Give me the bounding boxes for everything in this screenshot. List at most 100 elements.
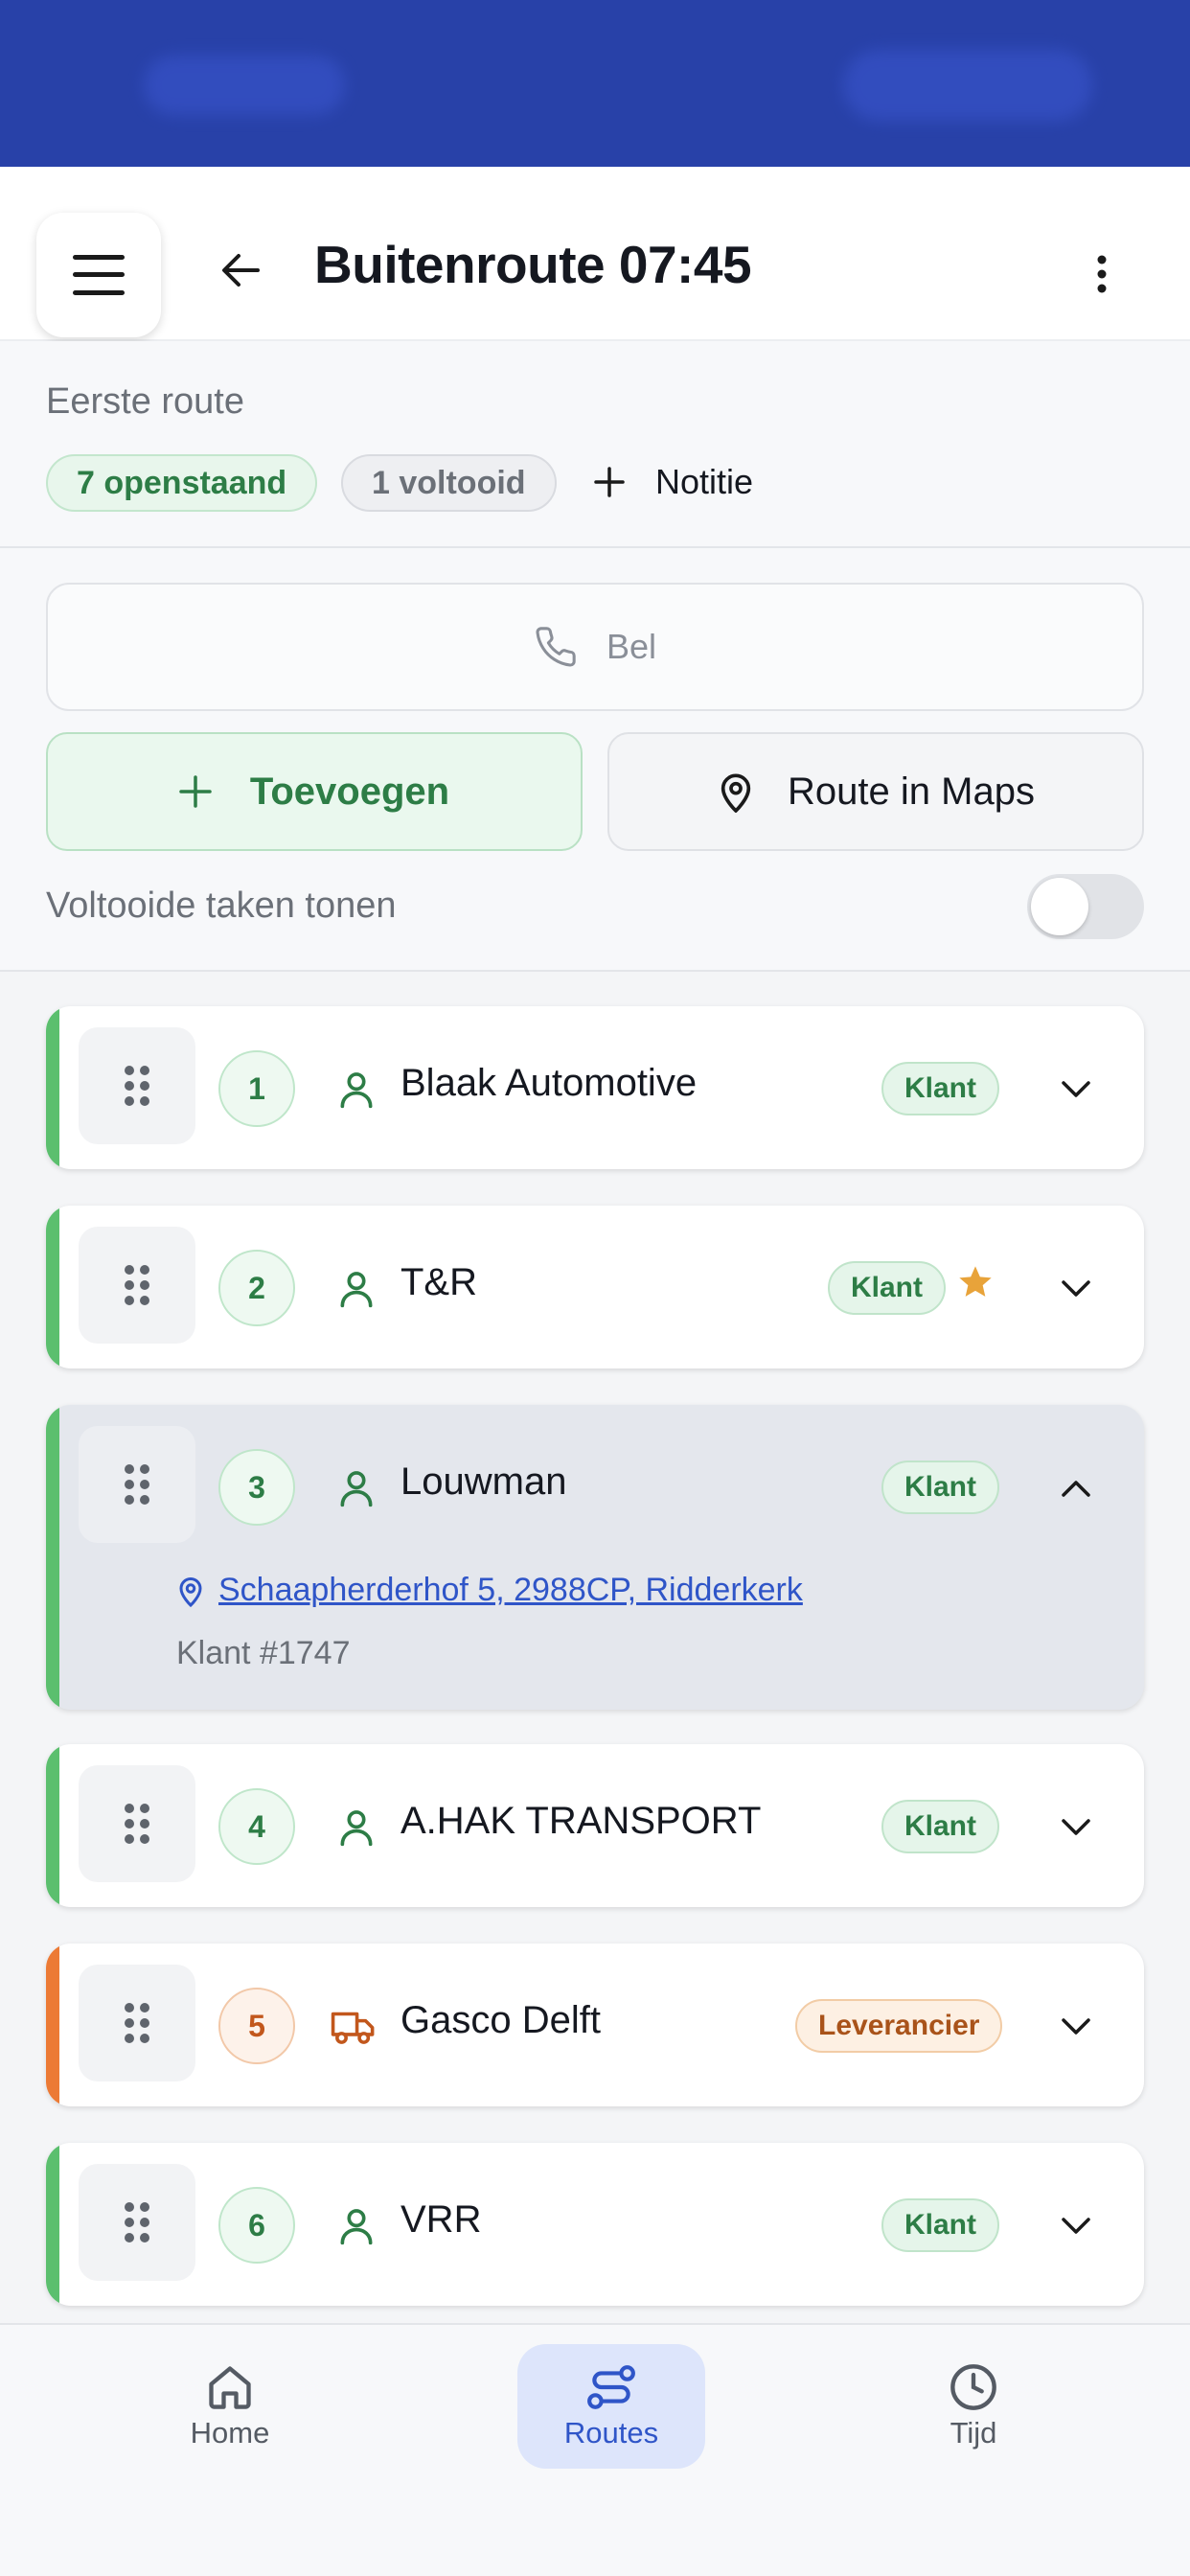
list-item[interactable]: 5 Gasco Delft Leverancier — [46, 1944, 1144, 2106]
page-title: Buitenroute 07:45 — [314, 235, 752, 294]
nav-time[interactable]: Tijd — [880, 2344, 1067, 2469]
stop-number: 1 — [218, 1050, 295, 1127]
stop-type-badge: Klant — [881, 1460, 999, 1514]
route-summary: Eerste route 7 openstaand 1 voltooid Not… — [0, 341, 1190, 548]
nav-home-label: Home — [190, 2416, 270, 2450]
route-actions: Bel Toevoegen Route in Maps Voltooide ta… — [0, 548, 1190, 972]
drag-handle[interactable] — [79, 2164, 195, 2281]
list-item[interactable]: 4 A.HAK TRANSPORT Klant — [46, 1744, 1144, 1907]
chevron-up-icon — [1062, 1481, 1090, 1497]
stop-type-badge: Klant — [881, 2198, 999, 2252]
route-in-maps-button[interactable]: Route in Maps — [607, 732, 1144, 851]
drag-handle-icon — [125, 2202, 149, 2242]
nav-home[interactable]: Home — [136, 2344, 324, 2469]
route-icon — [587, 2365, 635, 2409]
stop-name: A.HAK TRANSPORT — [400, 1800, 762, 1842]
stop-number: 4 — [218, 1788, 295, 1865]
done-count-badge[interactable]: 1 voltooid — [341, 454, 557, 512]
drag-handle[interactable] — [79, 1765, 195, 1882]
toggle-knob — [1031, 878, 1088, 935]
hamburger-icon — [73, 255, 125, 295]
list-item[interactable]: 3 Louwman Klant Schaapherderhof 5, 2988C… — [46, 1405, 1144, 1710]
status-stripe — [46, 1405, 59, 1710]
list-item[interactable]: 1 Blaak Automotive Klant — [46, 1006, 1144, 1169]
home-icon — [209, 2366, 251, 2409]
person-icon — [340, 1272, 373, 1308]
bottom-navigation: Home Routes Tijd — [0, 2323, 1190, 2576]
stop-number: 6 — [218, 2187, 295, 2264]
stop-name: Louwman — [400, 1460, 567, 1503]
stop-name: Gasco Delft — [400, 1999, 601, 2041]
status-stripe — [46, 1944, 59, 2106]
truck-icon — [331, 2012, 375, 2044]
status-stripe — [46, 1206, 59, 1368]
expand-button[interactable] — [1054, 1267, 1098, 1311]
address-text: Schaapherderhof 5, 2988CP, Ridderkerk — [218, 1572, 803, 1608]
status-stripe — [46, 2143, 59, 2306]
add-note-label: Notitie — [655, 462, 754, 501]
customer-number: Klant #1747 — [176, 1635, 351, 1671]
expand-button[interactable] — [1054, 1806, 1098, 1850]
drag-handle[interactable] — [79, 1965, 195, 2082]
expand-button[interactable] — [1054, 2204, 1098, 2248]
stop-type-badge: Klant — [828, 1261, 946, 1315]
person-icon — [340, 1471, 373, 1507]
phone-icon — [536, 627, 576, 667]
add-stop-button[interactable]: Toevoegen — [46, 732, 583, 851]
map-pin-icon — [179, 1576, 202, 1607]
show-completed-label: Voltooide taken tonen — [46, 886, 397, 926]
stop-number: 3 — [218, 1449, 295, 1526]
stop-type-badge: Klant — [881, 1062, 999, 1116]
drag-handle-icon — [125, 1804, 149, 1844]
address-link[interactable]: Schaapherderhof 5, 2988CP, Ridderkerk — [176, 1572, 803, 1609]
menu-button[interactable] — [36, 213, 161, 337]
nav-time-label: Tijd — [950, 2416, 997, 2450]
drag-handle[interactable] — [79, 1227, 195, 1344]
person-icon — [340, 2209, 373, 2245]
stop-number: 5 — [218, 1988, 295, 2064]
more-options-button[interactable] — [1064, 236, 1140, 312]
route-in-maps-label: Route in Maps — [788, 770, 1035, 813]
show-completed-toggle[interactable] — [1027, 874, 1144, 939]
map-pin-icon — [721, 773, 751, 813]
drag-handle[interactable] — [79, 1027, 195, 1144]
more-vertical-icon — [1097, 255, 1107, 293]
collapse-button[interactable] — [1054, 1466, 1098, 1510]
plus-icon — [594, 467, 625, 497]
drag-handle[interactable] — [79, 1426, 195, 1543]
stop-name: VRR — [400, 2198, 482, 2241]
app-bar: Buitenroute 07:45 — [0, 167, 1190, 341]
person-icon — [340, 1810, 373, 1847]
status-stripe — [46, 1006, 59, 1169]
expand-button[interactable] — [1054, 2005, 1098, 2049]
plus-icon — [179, 775, 212, 808]
list-item[interactable]: 6 VRR Klant — [46, 2143, 1144, 2306]
chevron-down-icon — [1062, 2018, 1090, 2035]
status-bar-left-blur — [144, 56, 345, 115]
back-button[interactable] — [206, 236, 275, 305]
person-icon — [340, 1072, 373, 1109]
call-button[interactable]: Bel — [46, 583, 1144, 711]
drag-handle-icon — [125, 1464, 149, 1505]
clock-icon — [950, 2364, 996, 2410]
nav-routes-label: Routes — [563, 2416, 659, 2450]
open-count-badge[interactable]: 7 openstaand — [46, 454, 318, 512]
stop-number: 2 — [218, 1250, 295, 1326]
chevron-down-icon — [1062, 1280, 1090, 1297]
chevron-down-icon — [1062, 1819, 1090, 1835]
star-icon — [959, 1266, 992, 1297]
list-item[interactable]: 2 T&R Klant — [46, 1206, 1144, 1368]
arrow-left-icon — [222, 254, 260, 287]
chevron-down-icon — [1062, 2218, 1090, 2234]
call-label: Bel — [606, 627, 657, 666]
nav-routes[interactable]: Routes — [517, 2344, 705, 2469]
add-note-button[interactable]: Notitie — [594, 448, 753, 516]
stop-type-badge: Klant — [881, 1800, 999, 1853]
status-bar — [0, 0, 1190, 167]
add-stop-label: Toevoegen — [249, 770, 450, 813]
drag-handle-icon — [125, 2003, 149, 2043]
stop-name: T&R — [400, 1261, 477, 1303]
status-bar-right-blur — [843, 50, 1092, 121]
expand-button[interactable] — [1054, 1068, 1098, 1112]
status-stripe — [46, 1744, 59, 1907]
